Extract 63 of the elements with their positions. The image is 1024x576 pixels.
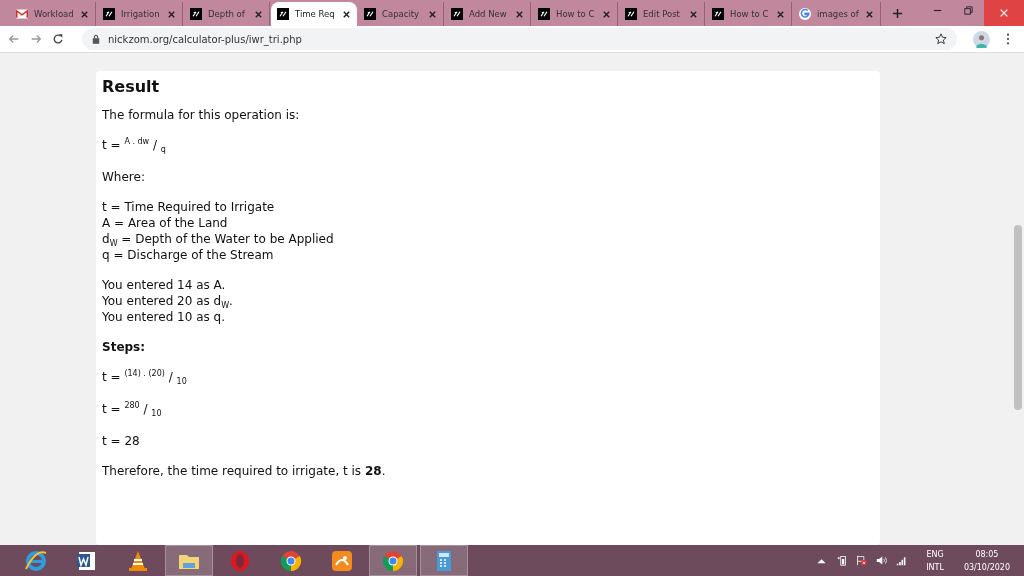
- new-tab-icon[interactable]: [891, 8, 903, 19]
- browser-tab[interactable]: Time Req: [271, 2, 357, 26]
- site-icon: [190, 8, 202, 20]
- text-line: t = 28: [102, 433, 141, 449]
- google-icon: [799, 8, 811, 20]
- menu-icon[interactable]: [1006, 33, 1010, 45]
- text-line: You entered 14 as A.: [102, 277, 227, 293]
- letter-e-icon: [24, 548, 48, 573]
- keyboard-layout-indicator[interactable]: INTL: [926, 560, 944, 574]
- site-icon: [538, 8, 550, 20]
- forward-icon[interactable]: [30, 33, 42, 45]
- site-icon: [103, 8, 115, 20]
- chrome-icon: [279, 548, 303, 573]
- bookmark-star-icon[interactable]: [935, 33, 947, 45]
- tab-title: Capacity: [382, 9, 421, 19]
- site-icon: [451, 8, 463, 20]
- address-field[interactable]: nickzom.org/calculator-plus/iwr_tri.php: [82, 28, 957, 50]
- speaker-icon[interactable]: [876, 555, 888, 566]
- text-line: Where:: [102, 169, 146, 185]
- tab-title: Irrigation: [121, 9, 161, 19]
- lock-icon: [92, 34, 100, 44]
- site-icon: [277, 8, 289, 20]
- close-icon: [999, 8, 1009, 18]
- tab-title: Workload: [34, 9, 74, 19]
- tab-title: Edit Post: [643, 9, 681, 19]
- text-line: Steps:: [102, 339, 147, 355]
- ring-icon: [228, 548, 252, 573]
- site-icon: [364, 8, 376, 20]
- flag-icon[interactable]: [856, 555, 868, 566]
- taskbar-button[interactable]: [420, 545, 468, 576]
- text-line: t = $^{(14) . (20)}$ / $_{10}$: [102, 369, 188, 385]
- text-line: You entered 10 as q.: [102, 309, 226, 325]
- back-icon[interactable]: [8, 33, 20, 45]
- tab-title: images of: [817, 9, 859, 19]
- reload-icon[interactable]: [52, 33, 64, 45]
- language-indicator[interactable]: ENG: [926, 547, 944, 561]
- text-line: The formula for this operation is:: [102, 107, 301, 123]
- tab-title: Depth of: [208, 9, 246, 19]
- result-heading: Result: [102, 77, 161, 97]
- site-icon: [625, 8, 637, 20]
- tab-title: How to C: [730, 9, 770, 19]
- text-line: q = Discharge of the Stream: [102, 247, 275, 263]
- clock-time[interactable]: 08:05: [975, 547, 999, 561]
- mail-icon: [16, 8, 28, 20]
- tab-title: Time Req: [295, 9, 336, 19]
- text-line: d$_{W}$ = Depth of the Water to be Applied: [102, 231, 335, 247]
- chrome-icon: [381, 548, 405, 573]
- text-line: t = Time Required to Irrigate: [102, 199, 276, 215]
- taskbar-button[interactable]: [165, 545, 213, 576]
- text-line: You entered 20 as d$_{W}$.: [102, 293, 234, 309]
- battery-icon[interactable]: [836, 555, 848, 566]
- text-line: A = Area of the Land: [102, 215, 229, 231]
- tab-title: How to C: [556, 9, 596, 19]
- text-line: t = $^{A . dw}$ / $_{q}$: [102, 137, 167, 153]
- signal-icon[interactable]: [896, 555, 908, 566]
- restore-icon[interactable]: [963, 5, 974, 16]
- text-line: t = $^{280}$ / $_{10}$: [102, 401, 163, 417]
- close-icon[interactable]: [342, 9, 351, 19]
- tab-title: Add New: [469, 9, 508, 19]
- site-icon: [712, 8, 724, 20]
- profile-avatar[interactable]: [973, 30, 990, 48]
- text-line: Therefore, the time required to irrigate, t is 28.: [102, 463, 387, 479]
- clock-date[interactable]: 03/10/2020: [963, 560, 1010, 574]
